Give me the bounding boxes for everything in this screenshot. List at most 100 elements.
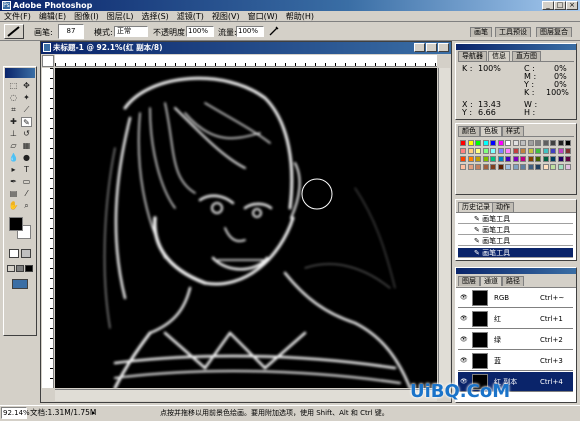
color-swatch[interactable] — [497, 156, 504, 162]
channel-row[interactable]: 👁 蓝 Ctrl+3 — [458, 351, 573, 371]
tab-layers[interactable]: 图层 — [458, 276, 480, 286]
doc-maximize-button[interactable] — [426, 43, 437, 52]
color-swatch[interactable] — [527, 164, 534, 170]
color-swatch[interactable] — [550, 148, 556, 154]
maximize-button[interactable]: □ — [554, 1, 566, 10]
healing-brush-tool-icon[interactable]: ✚ — [8, 117, 19, 127]
color-swatch[interactable] — [482, 164, 489, 170]
lasso-tool-icon[interactable]: ◌ — [8, 93, 19, 103]
brush-tool-icon[interactable]: ✎ — [21, 117, 32, 127]
color-swatch[interactable] — [467, 140, 474, 146]
marquee-tool-icon[interactable]: ⬚ — [8, 81, 19, 91]
dodge-tool-icon[interactable]: ● — [21, 153, 32, 163]
hand-tool-icon[interactable]: ✋ — [8, 201, 19, 211]
color-swatch[interactable] — [467, 156, 474, 162]
color-swatch[interactable] — [512, 140, 519, 146]
color-swatch[interactable] — [557, 156, 564, 162]
palette-tab-brushes[interactable]: 画笔 — [470, 27, 492, 37]
color-swatch[interactable] — [520, 140, 526, 146]
tab-info[interactable]: 信息 — [488, 51, 510, 61]
color-swatch[interactable] — [520, 164, 526, 170]
color-swatch[interactable] — [490, 148, 496, 154]
color-swatch[interactable] — [542, 148, 549, 154]
opacity-input[interactable]: 100% — [186, 26, 214, 37]
color-swatch[interactable] — [460, 140, 466, 146]
color-swatch[interactable] — [512, 148, 519, 154]
color-swatch[interactable] — [557, 164, 564, 170]
color-swatch[interactable] — [550, 164, 556, 170]
visibility-eye-icon[interactable]: 👁 — [460, 315, 469, 323]
color-swatch[interactable] — [550, 140, 556, 146]
color-swatch[interactable] — [467, 148, 474, 154]
minimize-button[interactable]: _ — [542, 1, 554, 10]
jump-to-imageready-icon[interactable] — [12, 279, 28, 289]
clone-stamp-tool-icon[interactable]: ⊥ — [8, 129, 19, 139]
color-swatch[interactable] — [475, 148, 481, 154]
screen-mode-full-menu-icon[interactable] — [16, 265, 24, 272]
color-swatch[interactable] — [535, 148, 541, 154]
tab-color[interactable]: 颜色 — [458, 126, 480, 136]
zoom-tool-icon[interactable]: ⌕ — [21, 201, 32, 211]
brush-size-picker[interactable]: 87 — [58, 24, 84, 39]
blur-tool-icon[interactable]: 💧 — [8, 153, 19, 163]
ruler-origin[interactable] — [42, 55, 54, 67]
history-item[interactable]: ✎ 画笔工具 — [458, 236, 573, 246]
color-swatch[interactable] — [512, 156, 519, 162]
color-swatch[interactable] — [460, 164, 466, 170]
tab-paths[interactable]: 路径 — [502, 276, 524, 286]
color-swatch[interactable] — [535, 140, 541, 146]
eraser-tool-icon[interactable]: ▱ — [8, 141, 19, 151]
menu-layer[interactable]: 图层(L) — [103, 11, 138, 22]
menu-select[interactable]: 选择(S) — [137, 11, 172, 22]
color-swatch[interactable] — [512, 164, 519, 170]
magic-wand-tool-icon[interactable]: ✦ — [21, 93, 32, 103]
color-swatch[interactable] — [520, 148, 526, 154]
pen-tool-icon[interactable]: ✒ — [8, 177, 19, 187]
color-swatch[interactable] — [505, 148, 511, 154]
color-swatch[interactable] — [505, 140, 511, 146]
color-swatch[interactable] — [557, 148, 564, 154]
horizontal-scrollbar[interactable] — [55, 389, 437, 401]
gradient-tool-icon[interactable]: ▦ — [21, 141, 32, 151]
visibility-eye-icon[interactable]: 👁 — [460, 357, 469, 365]
color-swatch[interactable] — [565, 140, 571, 146]
foreground-color-swatch-top[interactable] — [9, 217, 23, 231]
color-swatch[interactable] — [475, 164, 481, 170]
type-tool-icon[interactable]: T — [21, 165, 32, 175]
visibility-eye-icon[interactable]: 👁 — [460, 294, 469, 302]
zoom-level-input[interactable]: 92.14% — [1, 407, 30, 419]
history-item[interactable]: ✎ 画笔工具 — [458, 214, 573, 224]
tab-history[interactable]: 历史记录 — [458, 202, 494, 212]
doc-size-info[interactable]: 文档:1.31M/1.75M — [30, 406, 96, 420]
menu-image[interactable]: 图像(I) — [70, 11, 103, 22]
menu-file[interactable]: 文件(F) — [0, 11, 35, 22]
color-swatch[interactable] — [535, 164, 541, 170]
menu-filter[interactable]: 滤镜(T) — [173, 11, 208, 22]
color-swatch[interactable] — [475, 156, 481, 162]
color-swatch[interactable] — [527, 156, 534, 162]
color-swatch[interactable] — [542, 164, 549, 170]
color-swatch[interactable] — [550, 156, 556, 162]
color-swatch[interactable] — [542, 140, 549, 146]
color-swatch[interactable] — [527, 140, 534, 146]
screen-mode-standard-icon[interactable] — [7, 265, 15, 272]
move-tool-icon[interactable]: ✥ — [21, 81, 32, 91]
color-swatch[interactable] — [535, 156, 541, 162]
tab-swatches[interactable]: 色板 — [480, 126, 502, 136]
visibility-eye-icon[interactable]: 👁 — [460, 336, 469, 344]
menu-window[interactable]: 窗口(W) — [244, 11, 282, 22]
brush-tool-preset-icon[interactable] — [4, 24, 24, 39]
slice-tool-icon[interactable]: ⟋ — [21, 105, 32, 115]
color-swatch[interactable] — [475, 140, 481, 146]
history-brush-tool-icon[interactable]: ↺ — [21, 129, 32, 139]
history-item[interactable]: ✎ 画笔工具 — [458, 225, 573, 235]
menu-view[interactable]: 视图(V) — [208, 11, 244, 22]
color-swatch[interactable] — [490, 156, 496, 162]
tab-navigator[interactable]: 导航器 — [458, 51, 487, 61]
color-swatch[interactable] — [490, 164, 496, 170]
color-swatch[interactable] — [505, 156, 511, 162]
vertical-scrollbar[interactable] — [438, 68, 450, 388]
standard-mode-icon[interactable] — [9, 249, 19, 258]
color-swatch[interactable] — [557, 140, 564, 146]
color-swatch[interactable] — [497, 164, 504, 170]
